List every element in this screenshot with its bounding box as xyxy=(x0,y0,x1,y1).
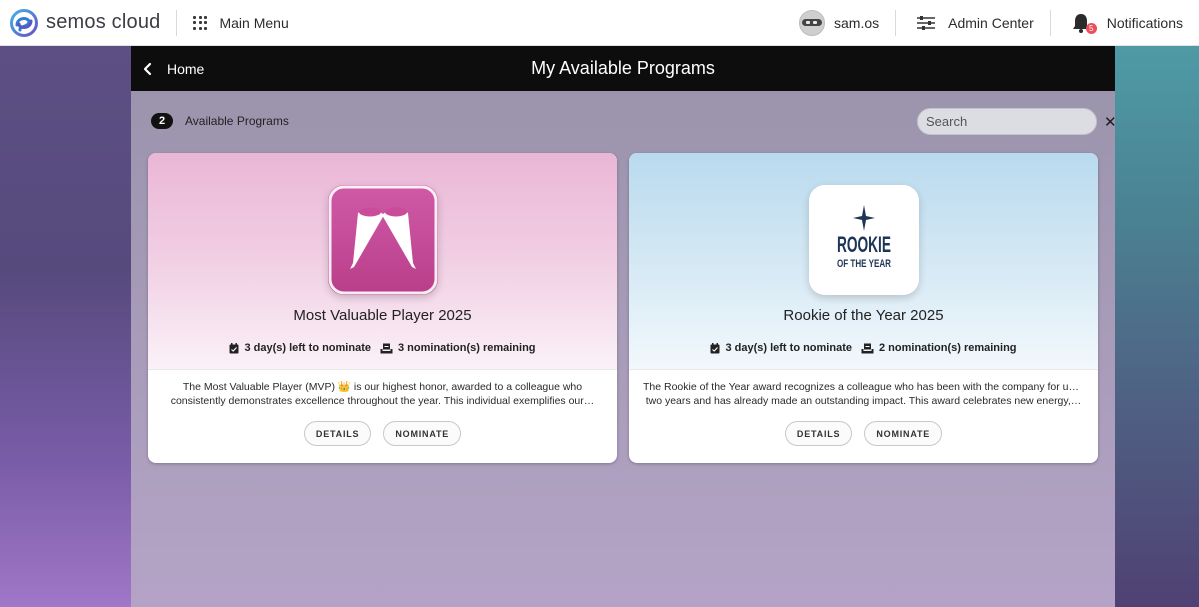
nominate-button[interactable]: NOMINATE xyxy=(864,421,943,446)
background-right xyxy=(1115,46,1199,607)
search-box: ✕ xyxy=(917,108,1117,135)
main-menu-button[interactable]: Main Menu xyxy=(193,14,289,31)
program-actions: DETAILS NOMINATE xyxy=(629,421,1098,446)
program-logo: ROOKIE OF THE YEAR xyxy=(808,185,919,295)
ballot-box-icon xyxy=(861,343,874,353)
nominations-remaining-text: 2 nomination(s) remaining xyxy=(879,342,1017,354)
details-button[interactable]: DETAILS xyxy=(784,421,853,446)
user-menu-button[interactable]: sam.os xyxy=(799,9,895,36)
calendar-icon xyxy=(710,342,720,353)
description-line: two years and has already made an outsta… xyxy=(645,395,1082,407)
nominations-remaining: 2 nomination(s) remaining xyxy=(861,342,1017,354)
mvp-logo-icon xyxy=(327,185,438,295)
program-title: Rookie of the Year 2025 xyxy=(783,307,944,324)
admin-center-button[interactable]: Admin Center xyxy=(896,15,1050,31)
program-meta: 3 day(s) left to nominate 3 nomination(s… xyxy=(148,342,617,354)
background-left xyxy=(0,46,131,607)
rookie-logo-subtext: OF THE YEAR xyxy=(837,258,891,270)
days-left-text: 3 day(s) left to nominate xyxy=(244,342,371,354)
brand-name: semos cloud xyxy=(46,11,161,33)
program-card: Most Valuable Player 2025 3 day(s) left … xyxy=(148,153,617,463)
rookie-logo-icon: ROOKIE OF THE YEAR xyxy=(808,185,919,295)
admin-center-label: Admin Center xyxy=(948,14,1034,31)
main-menu-label: Main Menu xyxy=(219,14,289,31)
sliders-icon xyxy=(917,15,936,30)
program-description: The Most Valuable Player (MVP) 👑 is our … xyxy=(148,370,617,408)
notifications-button[interactable]: 5 Notifications xyxy=(1051,12,1199,34)
user-name: sam.os xyxy=(834,14,880,31)
topbar-right-group: sam.os Admin Center 5 Notifications xyxy=(799,0,1199,45)
program-meta: 3 day(s) left to nominate 2 nomination(s… xyxy=(629,342,1098,354)
rookie-logo-text: ROOKIE xyxy=(837,232,891,257)
nominations-remaining: 3 nomination(s) remaining xyxy=(380,342,536,354)
avatar xyxy=(799,9,826,36)
details-button[interactable]: DETAILS xyxy=(303,421,372,446)
divider xyxy=(176,9,178,36)
bell-icon-wrapper: 5 xyxy=(1071,12,1097,34)
program-card-header: Most Valuable Player 2025 3 day(s) left … xyxy=(148,153,617,370)
nominate-button[interactable]: NOMINATE xyxy=(383,421,462,446)
chevron-left-icon xyxy=(143,62,152,75)
apps-grid-icon xyxy=(193,15,208,30)
notification-count-badge: 5 xyxy=(1085,22,1097,34)
description-line: The Rookie of the Year award recognizes … xyxy=(643,381,1084,393)
programs-count: 2 Available Programs xyxy=(151,113,289,129)
calendar-icon xyxy=(229,342,239,353)
program-card: ROOKIE OF THE YEAR Rookie of the Year 20… xyxy=(629,153,1098,463)
program-logo xyxy=(327,185,438,295)
program-title: Most Valuable Player 2025 xyxy=(293,307,472,324)
program-card-header: ROOKIE OF THE YEAR Rookie of the Year 20… xyxy=(629,153,1098,370)
ballot-box-icon xyxy=(380,343,393,353)
count-badge: 2 xyxy=(151,113,173,129)
days-left: 3 day(s) left to nominate xyxy=(229,342,371,354)
count-label: Available Programs xyxy=(185,114,289,128)
search-input[interactable] xyxy=(918,108,1104,135)
clear-search-icon[interactable]: ✕ xyxy=(1104,109,1117,135)
page-title: My Available Programs xyxy=(531,58,715,78)
nominations-remaining-text: 3 nomination(s) remaining xyxy=(398,342,536,354)
program-description: The Rookie of the Year award recognizes … xyxy=(629,370,1098,408)
description-line: The Most Valuable Player (MVP) 👑 is our … xyxy=(182,381,583,393)
days-left: 3 day(s) left to nominate xyxy=(710,342,852,354)
home-label: Home xyxy=(167,60,205,77)
top-navigation-bar: semos cloud Main Menu sam.os Admin Cente… xyxy=(0,0,1199,46)
programs-panel: Home My Available Programs 2 Available P… xyxy=(131,46,1117,607)
notifications-label: Notifications xyxy=(1106,14,1183,31)
brand-logo[interactable]: semos cloud xyxy=(9,8,160,38)
program-actions: DETAILS NOMINATE xyxy=(148,421,617,446)
semos-logo-icon xyxy=(10,8,38,37)
panel-header: Home My Available Programs xyxy=(131,46,1115,91)
home-back-button[interactable]: Home xyxy=(143,61,204,77)
days-left-text: 3 day(s) left to nominate xyxy=(725,342,852,354)
description-line: consistently demonstrates excellence thr… xyxy=(170,395,595,407)
